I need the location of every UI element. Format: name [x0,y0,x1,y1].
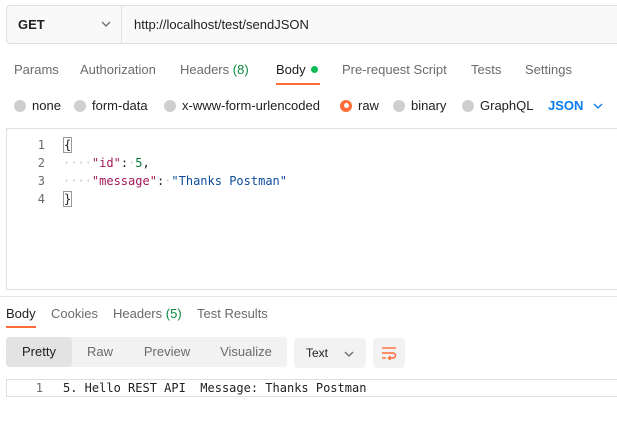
response-tab-body[interactable]: Body [6,306,36,321]
body-format-label: JSON [548,98,584,113]
open-brace: { [63,137,73,153]
radio-circle-icon [14,99,26,112]
view-mode-raw[interactable]: Raw [72,337,128,367]
view-mode-preview[interactable]: Preview [130,337,204,367]
url-input[interactable]: http://localhost/test/sendJSON [122,6,617,43]
tab-settings[interactable]: Settings [525,62,572,77]
radio-circle-icon [393,99,405,112]
json-colon: : [120,156,129,170]
line-number: 1 [35,381,43,395]
indent-whitespace: ···· [63,174,92,188]
radio-circle-icon [462,99,474,112]
json-key: "id" [91,156,121,170]
response-format-label: Text [306,346,329,360]
chevron-down-icon [593,103,603,109]
tab-body-label: Body [276,62,306,77]
line-code: ····"message":·"Thanks Postman" [63,172,287,190]
view-mode-visualize[interactable]: Visualize [206,337,286,367]
line-code: ····"id":·5, [63,154,150,172]
editor-line: 1 { [7,136,617,154]
response-tab-cookies[interactable]: Cookies [51,306,98,321]
active-tab-underline [276,83,320,85]
wrap-lines-icon [382,347,397,360]
tab-headers-label: Headers [180,62,230,77]
tab-authorization[interactable]: Authorization [80,62,156,77]
radio-binary-label: binary [411,98,447,113]
json-key: "message" [91,174,157,188]
json-number: 5 [135,156,143,170]
tab-body[interactable]: Body [276,62,318,77]
radio-urlencoded[interactable]: x-www-form-urlencoded [164,98,320,113]
radio-form-data[interactable]: form-data [74,98,148,113]
radio-raw-label: raw [358,98,379,113]
line-code: } [63,190,73,208]
editor-line: 3 ····"message":·"Thanks Postman" [7,172,617,190]
radio-raw[interactable]: raw [340,98,379,113]
response-tab-test-results[interactable]: Test Results [197,306,268,321]
request-body-editor[interactable]: 1 { 2 ····"id":·5, 3 ····"message":·"Tha… [6,128,617,290]
json-string: "Thanks Postman" [171,174,287,188]
response-tab-headers[interactable]: Headers (5) [113,306,182,321]
body-format-select[interactable]: JSON [548,98,603,113]
line-number: 2 [37,156,45,170]
radio-none-label: none [32,98,61,113]
method-label: GET [18,17,45,32]
radio-selected-icon [340,99,352,112]
tab-headers[interactable]: Headers (8) [180,62,249,77]
radio-circle-icon [74,99,86,112]
response-body-line[interactable]: 1 5. Hello REST API Message: Thanks Post… [6,379,617,397]
chevron-down-icon [344,351,354,357]
radio-form-data-label: form-data [92,98,148,113]
response-tab-headers-label: Headers [113,306,163,321]
wrap-lines-button[interactable] [373,338,405,368]
response-view-mode: Pretty Raw Preview Visualize [6,337,287,367]
radio-binary[interactable]: binary [393,98,446,113]
chevron-down-icon [101,21,111,27]
response-divider [0,296,617,297]
json-comma: , [142,156,150,170]
tab-tests[interactable]: Tests [471,62,501,77]
editor-line: 2 ····"id":·5, [7,154,617,172]
line-number: 4 [37,192,45,206]
radio-none[interactable]: none [14,98,61,113]
response-format-select[interactable]: Text [294,338,366,368]
method-select[interactable]: GET [7,6,122,43]
response-active-tab-underline [6,326,36,328]
radio-circle-icon [164,99,176,112]
radio-graphql[interactable]: GraphQL [462,98,533,113]
response-text: 5. Hello REST API Message: Thanks Postma… [63,381,367,395]
radio-graphql-label: GraphQL [480,98,534,113]
indent-whitespace: ···· [63,156,92,170]
line-number: 3 [37,174,45,188]
url-text: http://localhost/test/sendJSON [134,17,309,32]
radio-urlencoded-label: x-www-form-urlencoded [182,98,320,113]
body-modified-dot-icon [310,66,318,73]
tab-prerequest-script[interactable]: Pre-request Script [342,62,447,77]
tab-headers-count: (8) [232,62,249,77]
response-tab-headers-count: (5) [165,306,182,321]
request-bar: GET http://localhost/test/sendJSON [6,5,617,44]
close-brace: } [63,191,73,207]
view-mode-pretty[interactable]: Pretty [6,337,72,367]
line-code: { [63,136,73,154]
editor-line: 4 } [7,190,617,208]
tab-params[interactable]: Params [14,62,59,77]
line-number: 1 [37,138,45,152]
